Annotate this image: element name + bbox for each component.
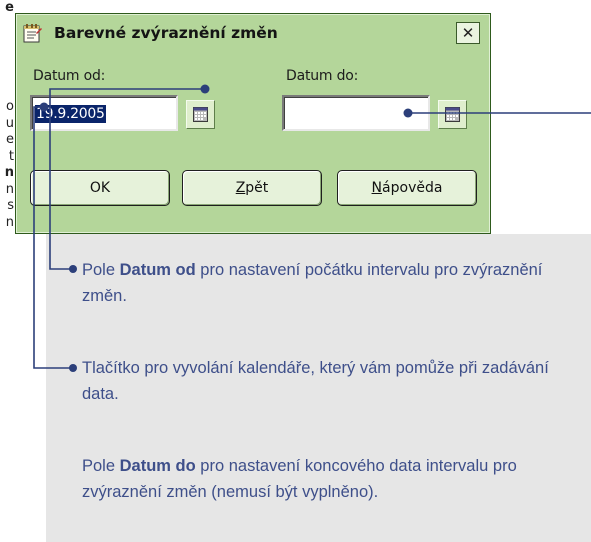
clipped-text-line: n [4,165,14,180]
clipped-text-line: e [5,0,14,15]
date-from-calendar-button[interactable] [186,100,215,129]
back-button[interactable]: Zpět [182,170,322,206]
calendar-icon [193,107,208,122]
help-mnemonic: N [371,180,383,196]
ok-button[interactable]: OK [30,170,170,206]
clipped-text-line: o [6,99,14,114]
help-label-rest: ápověda [382,180,443,196]
date-from-value: 19.9.2005 [35,105,106,123]
notepad-icon [22,23,42,43]
clipped-text-line: s [7,198,14,213]
date-from-label: Datum od: [33,68,106,84]
callout-calendar-button: Tlačítko pro vyvolání kalendáře, který v… [82,359,549,403]
date-to-calendar-button[interactable] [438,100,467,129]
clipped-page-text: eouetnnsn [0,0,14,231]
date-to-field[interactable] [282,95,430,131]
dialog-title: Barevné zvýraznění změn [54,24,278,42]
clipped-text-line [0,66,14,83]
close-button[interactable]: ✕ [456,22,480,44]
clipped-text-line [0,50,14,67]
clipped-text-line [0,83,14,100]
clipped-text-line: n [5,181,14,197]
callout-date-from: Pole Datum od pro nastavení počátku inte… [82,261,543,305]
clipped-text-line: n [5,214,14,230]
title-bar[interactable]: Barevné zvýraznění změn ✕ [18,16,488,50]
date-from-field[interactable]: 19.9.2005 [30,95,178,131]
back-mnemonic: Z [235,180,246,196]
clipped-text-line [0,17,14,34]
date-to-label: Datum do: [286,68,359,84]
clipped-text-line: t [8,148,14,164]
calendar-icon [445,107,460,122]
clipped-text-line: e [6,132,14,147]
callout-date-to: Pole Datum do pro nastavení koncového da… [82,457,517,501]
clipped-text-line [0,33,14,50]
back-label-rest: pět [245,180,269,196]
highlight-changes-dialog: Barevné zvýraznění změn ✕ Datum od: 19.9… [15,13,491,234]
clipped-text-line: u [5,115,14,131]
help-button[interactable]: Nápověda [337,170,477,206]
